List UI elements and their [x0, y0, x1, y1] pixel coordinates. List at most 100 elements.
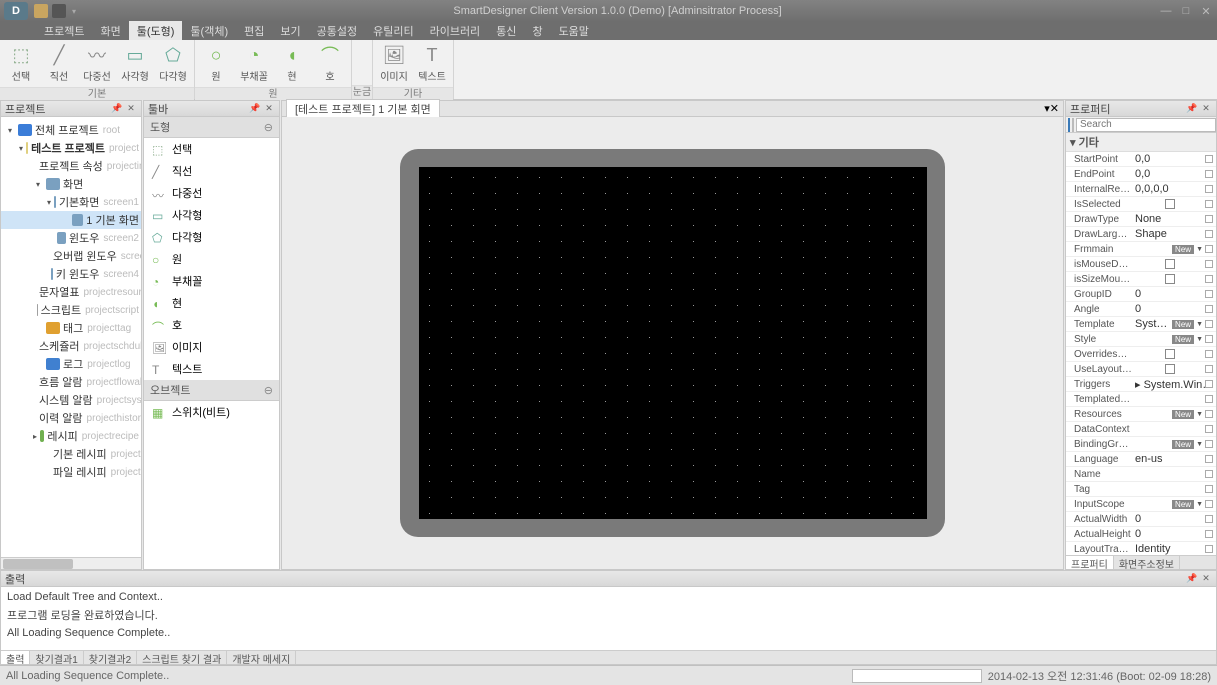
- tree-node[interactable]: 스크립트projectscript: [1, 301, 141, 319]
- new-button[interactable]: New: [1172, 245, 1194, 254]
- property-value[interactable]: [1132, 274, 1205, 284]
- property-row[interactable]: StyleNew▼: [1066, 332, 1216, 347]
- property-value[interactable]: 0: [1132, 513, 1205, 525]
- ribbon-button[interactable]: T텍스트: [417, 44, 447, 83]
- design-canvas[interactable]: [419, 167, 927, 519]
- property-marker[interactable]: [1205, 155, 1213, 163]
- output-tab[interactable]: 출력: [1, 651, 30, 664]
- horizontal-scrollbar[interactable]: [1, 557, 141, 569]
- tool-section-header[interactable]: 오브젝트⊖: [144, 380, 279, 401]
- tool-item[interactable]: ◔부채꼴: [144, 270, 279, 292]
- tool-item[interactable]: 〰다중선: [144, 182, 279, 204]
- property-row[interactable]: IsSelected: [1066, 197, 1216, 212]
- new-button[interactable]: New: [1172, 440, 1194, 449]
- property-row[interactable]: LayoutTransf…Identity: [1066, 542, 1216, 555]
- property-row[interactable]: DrawLargeTypeShape: [1066, 227, 1216, 242]
- property-row[interactable]: UseLayoutRo…: [1066, 362, 1216, 377]
- tree-node[interactable]: 오버랩 윈도우screen3: [1, 247, 141, 265]
- tree-node[interactable]: 문자열표projectresour: [1, 283, 141, 301]
- property-marker[interactable]: [1205, 305, 1213, 313]
- menu-item[interactable]: 화면: [92, 21, 128, 41]
- menu-item[interactable]: 공통설정: [309, 21, 365, 41]
- property-value[interactable]: New▼: [1132, 245, 1205, 254]
- property-marker[interactable]: [1205, 215, 1213, 223]
- panel-close-icon[interactable]: ✕: [1200, 103, 1212, 115]
- property-row[interactable]: OverridesDef…: [1066, 347, 1216, 362]
- dropdown-icon[interactable]: ▼: [1196, 336, 1203, 343]
- ribbon-button[interactable]: 〰다중선: [82, 44, 112, 83]
- property-search-input[interactable]: [1076, 118, 1216, 132]
- property-grid[interactable]: ▾ 기타StartPoint0,0EndPoint0,0InternalRend…: [1066, 133, 1216, 555]
- property-marker[interactable]: [1205, 470, 1213, 478]
- property-row[interactable]: isMouseDou…: [1066, 257, 1216, 272]
- property-value[interactable]: 0,0: [1132, 153, 1205, 165]
- property-value[interactable]: 0: [1132, 528, 1205, 540]
- property-row[interactable]: BindingGroupNew▼: [1066, 437, 1216, 452]
- collapse-icon[interactable]: ⊖: [264, 384, 273, 397]
- property-value[interactable]: en-us: [1132, 453, 1205, 465]
- output-tab[interactable]: 개발자 메세지: [227, 651, 296, 664]
- property-row[interactable]: isSizeMouse…: [1066, 272, 1216, 287]
- expand-icon[interactable]: ▾: [19, 144, 23, 153]
- property-marker[interactable]: [1205, 230, 1213, 238]
- property-row[interactable]: ResourcesNew▼: [1066, 407, 1216, 422]
- property-value[interactable]: None: [1132, 213, 1205, 225]
- expand-icon[interactable]: ▾: [33, 180, 43, 189]
- tool-item[interactable]: ⌒호: [144, 314, 279, 336]
- ribbon-button[interactable]: ⬠다각형: [158, 44, 188, 83]
- ribbon-button[interactable]: 🖼이미지: [379, 44, 409, 83]
- property-marker[interactable]: [1205, 260, 1213, 268]
- tool-item[interactable]: T텍스트: [144, 358, 279, 380]
- property-marker[interactable]: [1205, 365, 1213, 373]
- close-button[interactable]: ✕: [1199, 4, 1213, 18]
- tree-node[interactable]: ▾테스트 프로젝트project: [1, 139, 141, 157]
- property-value[interactable]: New▼: [1132, 440, 1205, 449]
- expand-icon[interactable]: ▾: [47, 198, 51, 207]
- ribbon-button[interactable]: ⌒호: [315, 44, 345, 83]
- tool-item[interactable]: ▭사각형: [144, 204, 279, 226]
- menu-item[interactable]: 라이브러리: [422, 21, 489, 41]
- property-row[interactable]: Name: [1066, 467, 1216, 482]
- property-value[interactable]: [1132, 364, 1205, 374]
- menu-item[interactable]: 통신: [488, 21, 524, 41]
- ribbon-button[interactable]: ⬚선택: [6, 44, 36, 83]
- tree-node[interactable]: 프로젝트 속성projectinf: [1, 157, 141, 175]
- property-row[interactable]: ActualHeight0: [1066, 527, 1216, 542]
- tree-node[interactable]: 태그projecttag: [1, 319, 141, 337]
- property-value[interactable]: Identity: [1132, 543, 1205, 555]
- dropdown-icon[interactable]: ▼: [1196, 441, 1203, 448]
- menu-item[interactable]: 도움말: [551, 21, 597, 41]
- panel-close-icon[interactable]: ✕: [1200, 573, 1212, 585]
- minimize-button[interactable]: —: [1159, 4, 1173, 18]
- prop-view-categorized[interactable]: [1068, 118, 1070, 132]
- property-row[interactable]: Languageen-us: [1066, 452, 1216, 467]
- property-marker[interactable]: [1205, 500, 1213, 508]
- property-marker[interactable]: [1205, 200, 1213, 208]
- property-row[interactable]: InputScopeNew▼: [1066, 497, 1216, 512]
- tree-node[interactable]: 시스템 알람projectsyste: [1, 391, 141, 409]
- tool-item[interactable]: ⬚선택: [144, 138, 279, 160]
- output-tab[interactable]: 스크립트 찾기 결과: [137, 651, 227, 664]
- property-row[interactable]: TemplateSyst…New▼: [1066, 317, 1216, 332]
- folder-icon[interactable]: [34, 4, 48, 18]
- property-row[interactable]: EndPoint0,0: [1066, 167, 1216, 182]
- new-button[interactable]: New: [1172, 320, 1194, 329]
- pin-icon[interactable]: 📌: [249, 103, 261, 115]
- menu-item[interactable]: 보기: [272, 21, 308, 41]
- property-row[interactable]: ActualWidth0: [1066, 512, 1216, 527]
- property-value[interactable]: 0: [1132, 303, 1205, 315]
- property-value[interactable]: 0: [1132, 288, 1205, 300]
- menu-item[interactable]: 툴(객체): [182, 21, 236, 41]
- property-marker[interactable]: [1205, 275, 1213, 283]
- tool-item[interactable]: ╱직선: [144, 160, 279, 182]
- property-marker[interactable]: [1205, 320, 1213, 328]
- tree-node[interactable]: ▾화면: [1, 175, 141, 193]
- checkbox-icon[interactable]: [1165, 259, 1175, 269]
- new-button[interactable]: New: [1172, 410, 1194, 419]
- property-row[interactable]: DataContext: [1066, 422, 1216, 437]
- tool-item[interactable]: ◖현: [144, 292, 279, 314]
- property-value[interactable]: New▼: [1132, 500, 1205, 509]
- property-marker[interactable]: [1205, 530, 1213, 538]
- property-marker[interactable]: [1205, 245, 1213, 253]
- property-marker[interactable]: [1205, 545, 1213, 553]
